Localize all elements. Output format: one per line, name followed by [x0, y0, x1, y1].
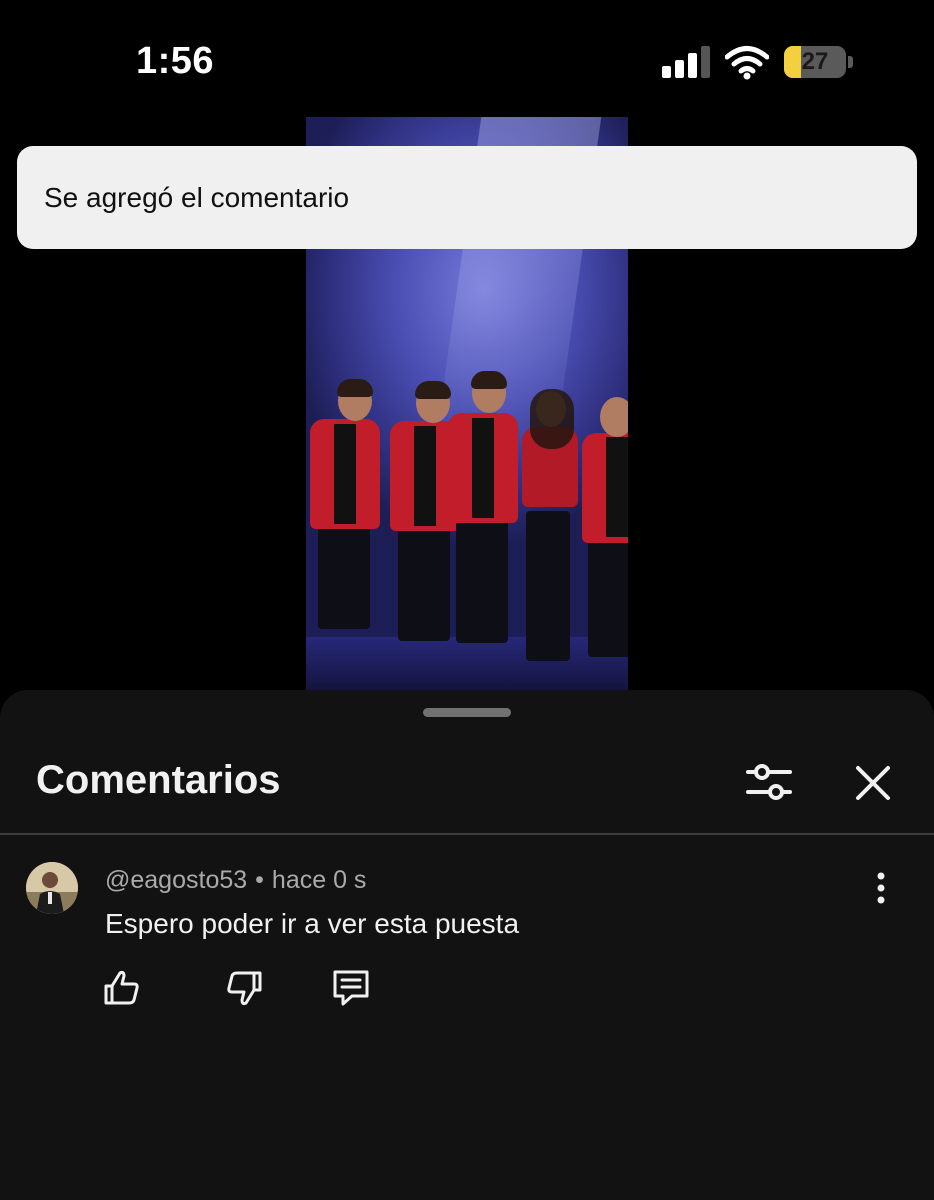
comment-time: hace 0 s [271, 866, 367, 894]
comment-meta: @eagosto53 • hace 0 s [105, 866, 366, 895]
divider [0, 833, 934, 835]
thumbs-down-icon[interactable] [224, 968, 264, 1008]
toast-message: Se agregó el comentario [44, 182, 350, 213]
sheet-title: Comentarios [36, 758, 281, 802]
thumbs-up-icon[interactable] [102, 968, 142, 1008]
more-vertical-icon[interactable] [866, 868, 896, 908]
sliders-icon[interactable] [744, 760, 794, 804]
reply-icon[interactable] [330, 966, 372, 1008]
comment-author[interactable]: @eagosto53 [105, 866, 247, 894]
status-bar: 1:56 27 [0, 0, 934, 110]
comment-added-toast: Se agregó el comentario [17, 146, 917, 249]
battery-level: 27 [801, 48, 829, 75]
close-icon[interactable] [852, 762, 894, 804]
meta-separator: • [255, 866, 264, 894]
comment-text: Espero poder ir a ver esta puesta [105, 908, 520, 939]
wifi-icon [725, 46, 769, 80]
status-time: 1:56 [136, 40, 215, 82]
avatar[interactable] [26, 862, 78, 914]
comments-sheet: Comentarios @eagosto53 • hace 0 s Espero p… [0, 690, 934, 1200]
drag-handle[interactable] [423, 708, 511, 717]
signal-icon [662, 46, 710, 78]
battery-icon: 27 [784, 46, 854, 78]
comment-item: @eagosto53 • hace 0 s Espero poder ir a ve… [0, 850, 934, 1030]
